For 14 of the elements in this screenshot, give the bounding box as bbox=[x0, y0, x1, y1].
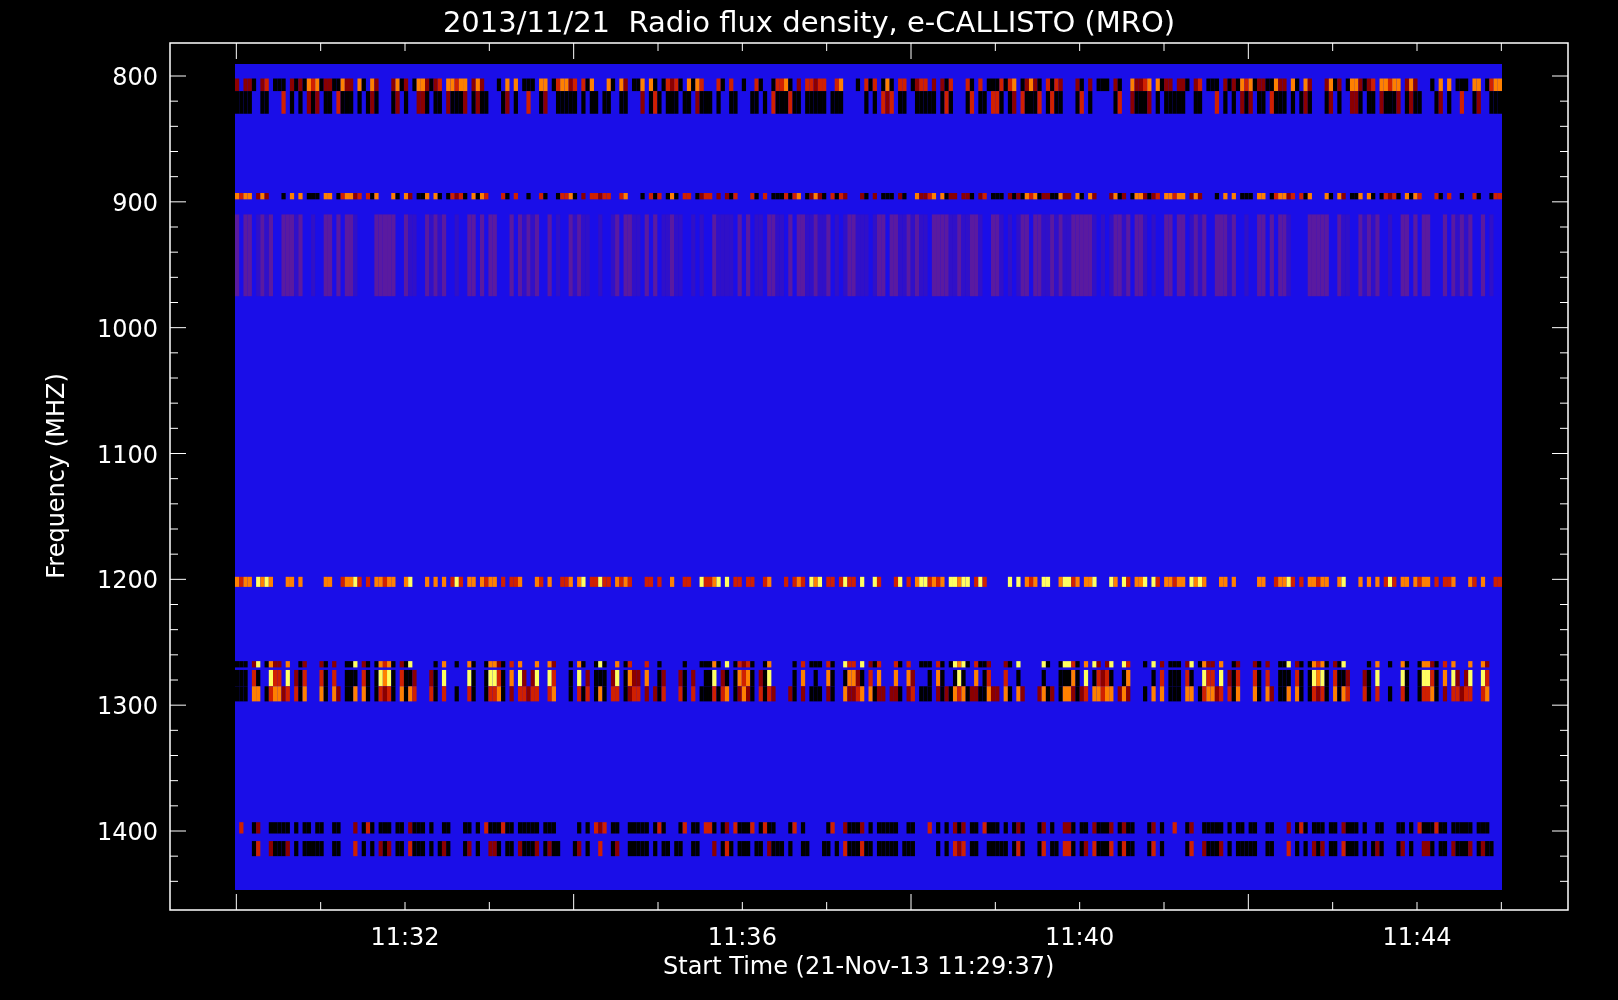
x-tick-label: 11:40 bbox=[1045, 923, 1115, 951]
y-tick-label: 1200 bbox=[96, 566, 158, 595]
x-tick-label: 11:36 bbox=[707, 923, 777, 951]
y-axis-label: Frequency (MHZ) bbox=[42, 373, 70, 579]
y-tick-label: 1100 bbox=[96, 440, 158, 469]
y-tick-label: 1000 bbox=[96, 314, 158, 343]
y-tick-label: 1400 bbox=[96, 818, 158, 846]
y-tick-label: 800 bbox=[112, 63, 158, 91]
x-axis-label: Start Time (21-Nov-13 11:29:37) bbox=[663, 952, 1055, 980]
chart-title: 2013/11/21 Radio flux density, e-CALLISTO (MRO) bbox=[442, 5, 1176, 39]
y-tick-label: 900 bbox=[112, 188, 158, 217]
x-tick-label: 11:32 bbox=[370, 923, 440, 951]
y-tick-label: 1300 bbox=[96, 692, 158, 721]
x-tick-label: 11:44 bbox=[1382, 923, 1452, 951]
